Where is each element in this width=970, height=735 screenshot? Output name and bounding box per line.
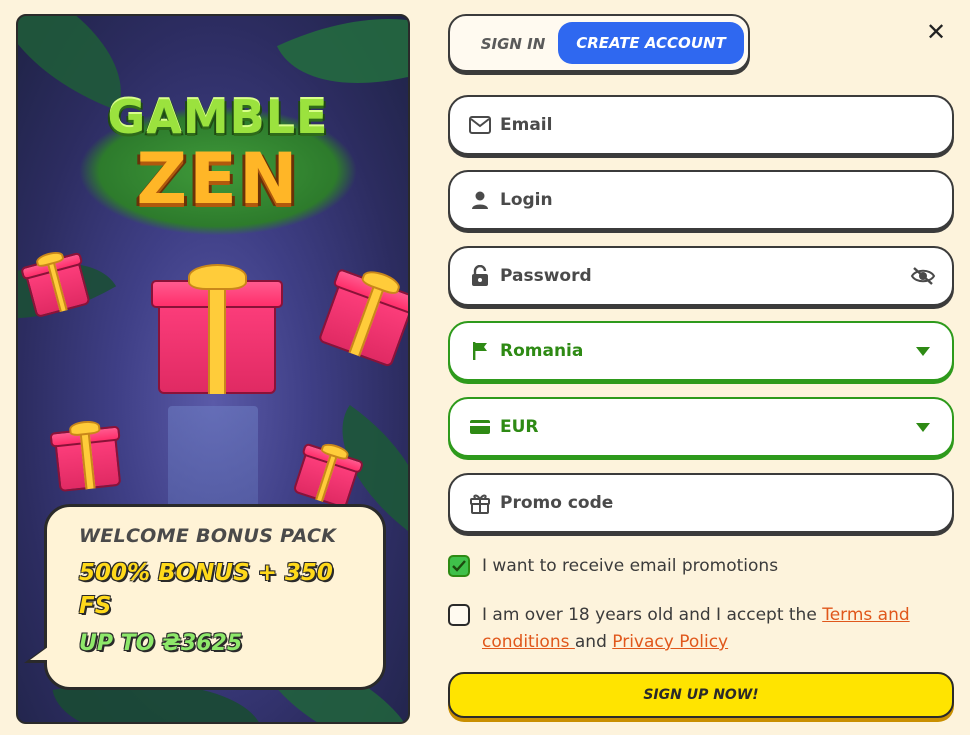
gift-box-icon xyxy=(150,264,284,394)
eye-off-icon[interactable] xyxy=(910,263,936,289)
chevron-down-icon[interactable] xyxy=(910,338,936,364)
gift-icon xyxy=(468,491,492,515)
tab-sign-in[interactable]: SIGN IN xyxy=(468,30,558,58)
card-icon xyxy=(468,415,492,439)
password-placeholder: Password xyxy=(500,266,592,286)
speech-bubble-tail-inner xyxy=(30,644,52,660)
welcome-bonus-title: WELCOME BONUS PACK xyxy=(79,525,337,547)
promo-banner: GAMBLE ZEN WELCOME BONUS PACK 500% BONUS… xyxy=(16,14,410,724)
login-field[interactable]: Login xyxy=(448,170,954,230)
flag-icon xyxy=(468,339,492,363)
bonus-cap: UP TO ₴3625 xyxy=(79,631,243,656)
gift-box-icon xyxy=(49,418,122,493)
privacy-policy-link[interactable]: Privacy Policy xyxy=(612,632,728,652)
email-promotions-checkbox[interactable] xyxy=(448,555,470,577)
age-terms-checkbox[interactable] xyxy=(448,604,470,626)
age-terms-label: I am over 18 years old and I accept the … xyxy=(482,602,928,656)
email-field[interactable]: Email xyxy=(448,95,954,155)
bonus-amount: 500% BONUS + 350 FS xyxy=(79,560,333,619)
chevron-down-icon[interactable] xyxy=(910,414,936,440)
age-terms-middle: and xyxy=(574,632,613,652)
age-terms-row: I am over 18 years old and I accept the … xyxy=(448,602,928,656)
user-icon xyxy=(468,188,492,212)
password-field[interactable]: Password xyxy=(448,246,954,306)
email-promotions-label: I want to receive email promotions xyxy=(482,556,779,576)
currency-value: EUR xyxy=(500,417,539,437)
currency-select[interactable]: EUR xyxy=(448,397,954,457)
checkmark-icon xyxy=(452,560,466,572)
auth-tabs: SIGN IN CREATE ACCOUNT xyxy=(448,14,750,72)
envelope-icon xyxy=(468,113,492,137)
gamblezen-logo: GAMBLE ZEN xyxy=(58,86,378,246)
email-promotions-row: I want to receive email promotions xyxy=(448,553,778,580)
waterfall xyxy=(168,406,258,516)
age-terms-prefix: I am over 18 years old and I accept the xyxy=(482,605,823,625)
country-select[interactable]: Romania xyxy=(448,321,954,381)
country-value: Romania xyxy=(500,341,584,361)
gift-box-icon xyxy=(317,260,408,368)
welcome-bonus-bubble: WELCOME BONUS PACK 500% BONUS + 350 FS U… xyxy=(44,504,386,690)
promo-code-field[interactable]: Promo code xyxy=(448,473,954,533)
tab-create-account[interactable]: CREATE ACCOUNT xyxy=(558,22,744,64)
promo-code-placeholder: Promo code xyxy=(500,493,614,513)
logo-text-top: GAMBLE xyxy=(107,90,329,144)
sign-up-button[interactable]: SIGN UP NOW! xyxy=(448,672,954,718)
login-placeholder: Login xyxy=(500,190,553,210)
email-placeholder: Email xyxy=(500,115,553,135)
logo-text-bottom: ZEN xyxy=(136,138,300,220)
lock-icon xyxy=(468,264,492,288)
close-icon[interactable]: ✕ xyxy=(922,18,950,46)
